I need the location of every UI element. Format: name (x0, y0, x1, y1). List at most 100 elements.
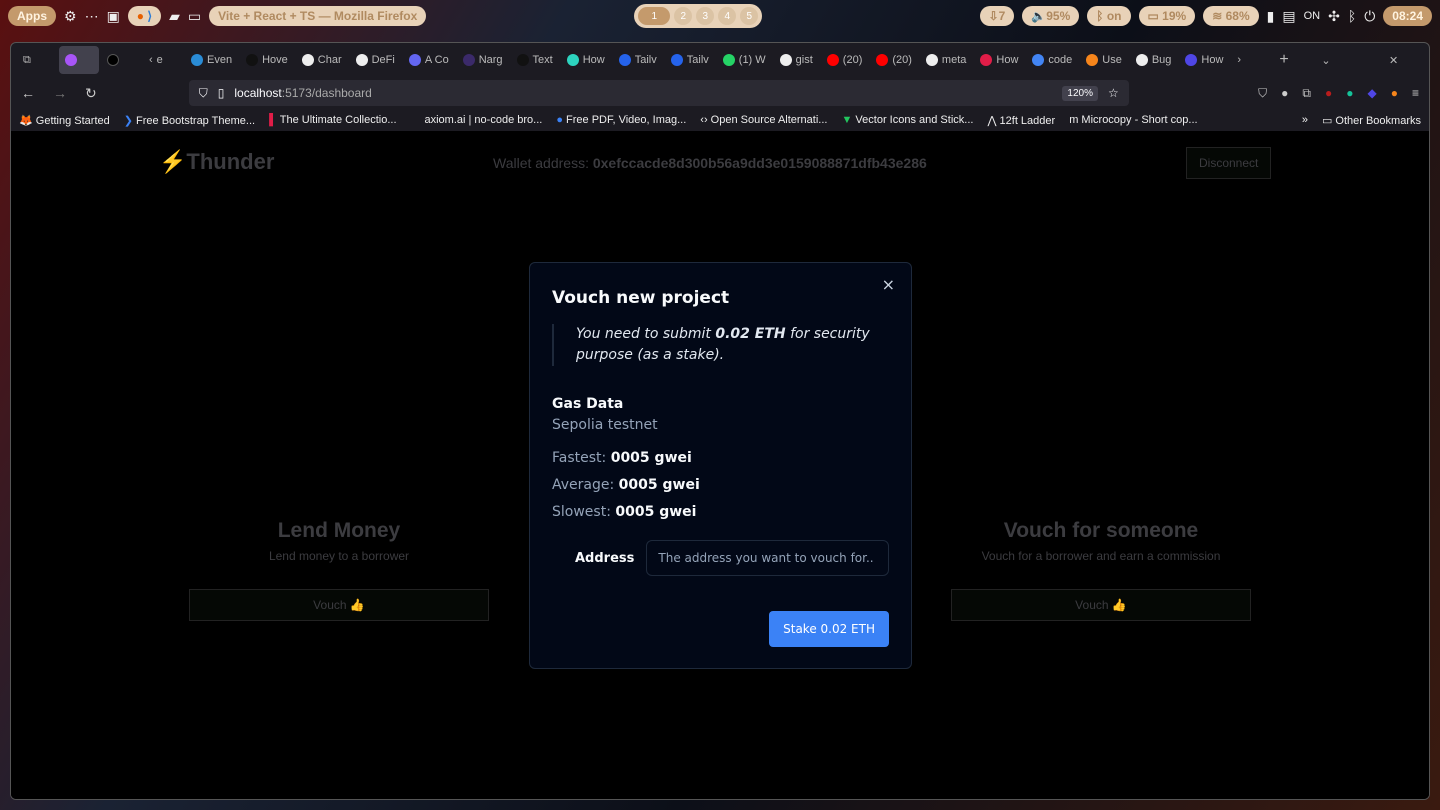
tab[interactable]: Tailv (613, 46, 663, 74)
pocket-icon[interactable]: ⛉ (1258, 86, 1267, 101)
tab[interactable]: meta (920, 46, 972, 74)
volume-value: 95% (1046, 9, 1071, 23)
navigation-bar: ← → ↻ ⛉ ▯ localhost:5173/dashboard 120% … (11, 77, 1429, 109)
bookmark[interactable]: ▌ The Ultimate Collectio... (269, 114, 396, 126)
tab[interactable]: Hove (240, 46, 294, 74)
tab-bar: ⧉ ‹ e Even Hove Char DeFi A Co Narg Text… (11, 43, 1429, 77)
close-window-icon[interactable]: ✕ (1383, 46, 1423, 74)
tab[interactable]: DeFi (350, 46, 401, 74)
tab-scroll-right[interactable]: › (1231, 46, 1271, 74)
battery-indicator[interactable]: ▭ 19% (1138, 6, 1196, 26)
vouch-button[interactable]: Vouch 👍 (189, 589, 489, 621)
tab[interactable]: gist (774, 46, 819, 74)
card-lend-money: Lend Money Lend money to a borrower Vouc… (189, 519, 489, 621)
tab[interactable]: How (974, 46, 1024, 74)
workspace-switcher[interactable]: 1 2 3 4 5 (634, 4, 763, 28)
folder-icon[interactable]: ▰ (169, 8, 180, 25)
bookmark[interactable]: ● Free PDF, Video, Imag... (556, 114, 686, 126)
other-bookmarks[interactable]: ▭ Other Bookmarks (1322, 114, 1421, 127)
workspace-1[interactable]: 1 (638, 7, 671, 25)
bookmark[interactable]: ▼ Vector Icons and Stick... (841, 114, 973, 126)
shield-icon[interactable]: ⛉ (199, 86, 208, 101)
stake-note: You need to submit 0.02 ETH for security… (552, 324, 889, 366)
tab[interactable]: (20) (821, 46, 869, 74)
bookmark[interactable]: ❯ Free Bootstrap Theme... (124, 114, 255, 127)
tab-overview-icon[interactable]: ⧉ (17, 46, 57, 74)
bookmark[interactable]: ⋀ 12ft Ladder (987, 114, 1055, 127)
bookmarks-toolbar: 🦊 Getting Started ❯ Free Bootstrap Theme… (11, 109, 1429, 131)
close-icon[interactable]: × (882, 275, 895, 294)
tab[interactable]: Text (511, 46, 559, 74)
tab[interactable]: Narg (457, 46, 509, 74)
reload-icon[interactable]: ↻ (85, 85, 97, 102)
gas-fastest: Fastest: 0005 gwei (552, 450, 692, 466)
image-icon[interactable]: ▣ (107, 8, 120, 25)
grammarly-icon[interactable]: ● (1346, 86, 1353, 101)
tab[interactable]: How (1179, 46, 1229, 74)
power-icon[interactable]: ⏻ (1364, 8, 1375, 25)
bookmark[interactable]: axiom.ai | no-code bro... (425, 114, 543, 126)
tab[interactable]: Char (296, 46, 348, 74)
metamask-icon[interactable]: ● (1391, 86, 1398, 101)
ublock-icon[interactable]: ● (1325, 86, 1332, 101)
account-icon[interactable]: ● (1281, 86, 1288, 101)
gas-prices: Fastest: 0005 gwei Average: 0005 gwei Sl… (552, 445, 889, 526)
bluetooth-icon[interactable]: ᛒ (1348, 8, 1356, 24)
bookmark[interactable]: m Microcopy - Short cop... (1069, 114, 1197, 126)
extension-icon[interactable]: ◆ (1368, 86, 1377, 101)
firefox-window: ⧉ ‹ e Even Hove Char DeFi A Co Narg Text… (10, 42, 1430, 800)
vouch-button[interactable]: Vouch 👍 (951, 589, 1251, 621)
workspace-3[interactable]: 3 (696, 7, 715, 25)
bookmark[interactable]: ‹› Open Source Alternati... (700, 114, 827, 126)
status-on[interactable]: ON (1304, 10, 1321, 22)
tab[interactable]: How (561, 46, 611, 74)
tab[interactable]: Bug (1130, 46, 1178, 74)
clipboard-icon[interactable]: ▤ (1282, 8, 1295, 25)
page-icon: ▯ (217, 86, 225, 100)
back-icon[interactable]: ← (21, 85, 35, 101)
zoom-level[interactable]: 120% (1062, 85, 1098, 101)
tab[interactable] (101, 46, 141, 74)
clock[interactable]: 08:24 (1383, 6, 1432, 26)
app-logo[interactable]: ⚡Thunder (159, 149, 274, 175)
wifi-indicator[interactable]: ≋ 68% (1203, 6, 1259, 26)
bookmarks-overflow-icon[interactable]: » (1302, 114, 1308, 126)
url-text[interactable]: localhost:5173/dashboard (234, 86, 371, 100)
tab[interactable]: (1) W (717, 46, 772, 74)
forward-icon[interactable]: → (53, 85, 67, 101)
tab[interactable]: Even (185, 46, 238, 74)
bookmark-star-icon[interactable]: ☆ (1108, 86, 1119, 100)
workspace-2[interactable]: 2 (674, 7, 693, 25)
vouch-modal: × Vouch new project You need to submit 0… (529, 262, 912, 669)
card-desc: Vouch for a borrower and earn a commissi… (981, 549, 1221, 563)
tab[interactable]: Tailv (665, 46, 715, 74)
slack-icon[interactable]: ✣ (1328, 8, 1340, 25)
tab[interactable]: code (1026, 46, 1078, 74)
window-icon[interactable]: ▭ (188, 8, 201, 25)
bluetooth-indicator[interactable]: ᛒ on (1087, 6, 1131, 26)
chart-icon[interactable]: ▮ (1267, 8, 1275, 25)
tab-active[interactable] (59, 46, 99, 74)
gas-slowest: Slowest: 0005 gwei (552, 504, 697, 520)
volume-indicator[interactable]: 🔈95% (1022, 6, 1080, 26)
workspace-4[interactable]: 4 (718, 7, 737, 25)
stake-button[interactable]: Stake 0.02 ETH (769, 611, 889, 647)
pinned-apps[interactable]: ● ⟩ (127, 6, 162, 26)
tab-list-chevron-icon[interactable]: ⌄ (1315, 46, 1355, 74)
more-icon[interactable]: ⋯ (85, 8, 99, 25)
tab[interactable]: Use (1080, 46, 1128, 74)
menu-icon[interactable]: ≡ (1412, 86, 1419, 101)
tab[interactable]: A Co (403, 46, 455, 74)
tab-scroll-left[interactable]: ‹ e (143, 46, 183, 74)
workspace-5[interactable]: 5 (740, 7, 759, 25)
bookmark[interactable]: 🦊 Getting Started (19, 114, 110, 127)
extensions-icon[interactable]: ⧉ (1302, 86, 1311, 101)
tab[interactable]: (20) (870, 46, 918, 74)
apps-button[interactable]: Apps (8, 6, 56, 26)
new-tab-button[interactable]: + (1273, 46, 1313, 74)
url-bar[interactable]: ⛉ ▯ localhost:5173/dashboard 120% ☆ (188, 80, 1129, 106)
disconnect-button[interactable]: Disconnect (1186, 147, 1272, 179)
address-input[interactable] (646, 540, 889, 576)
gear-icon[interactable]: ⚙ (64, 8, 77, 25)
updates-indicator[interactable]: ⇩7 (979, 6, 1015, 26)
